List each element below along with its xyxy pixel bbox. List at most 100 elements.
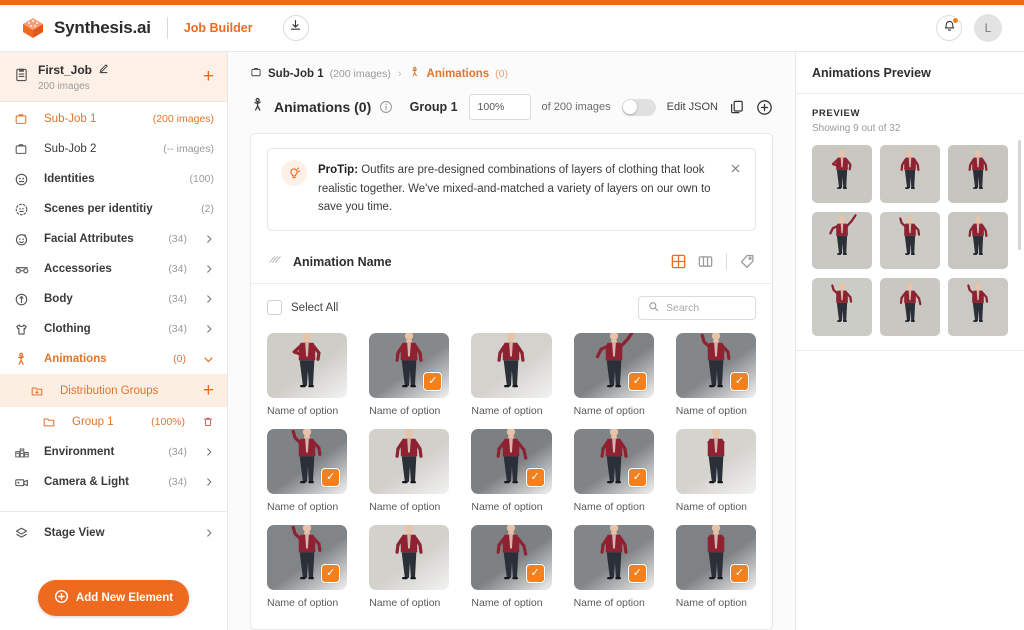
- preview-thumbnail[interactable]: [880, 278, 940, 336]
- preview-thumbnail[interactable]: [948, 278, 1008, 336]
- option-thumbnail[interactable]: [471, 332, 552, 398]
- preview-scrollbar[interactable]: [1018, 140, 1021, 250]
- selected-check-icon[interactable]: ✓: [321, 563, 341, 583]
- option-tile[interactable]: ✓ Name of option: [369, 332, 450, 417]
- option-thumbnail[interactable]: [369, 428, 450, 494]
- chevron-right-icon[interactable]: [204, 264, 214, 274]
- option-tile[interactable]: ✓ Name of option: [471, 428, 552, 513]
- option-thumbnail[interactable]: [675, 428, 756, 494]
- grid-view-icon[interactable]: [670, 253, 687, 270]
- sidebar-item-distribution-groups[interactable]: Distribution Groups +: [0, 374, 227, 407]
- trash-icon[interactable]: [202, 416, 214, 428]
- chevron-down-icon[interactable]: [203, 354, 214, 365]
- breadcrumb-sub-job[interactable]: Sub-Job 1 (200 images): [250, 66, 391, 81]
- option-thumbnail[interactable]: ✓: [675, 332, 756, 398]
- sidebar-item-environment[interactable]: Environment (34): [0, 437, 227, 467]
- selected-check-icon[interactable]: ✓: [729, 563, 749, 583]
- preview-thumbnail[interactable]: [948, 211, 1008, 270]
- sidebar-item-stage-view[interactable]: Stage View: [0, 518, 227, 548]
- option-thumbnail[interactable]: ✓: [369, 332, 450, 398]
- sidebar-item-scenes-per-identity[interactable]: Scenes per identitiy (2): [0, 194, 227, 224]
- option-thumbnail[interactable]: ✓: [471, 428, 552, 494]
- column-view-icon[interactable]: [697, 253, 714, 270]
- info-icon[interactable]: [379, 100, 393, 114]
- sidebar-job-header[interactable]: First_Job 200 images +: [0, 52, 227, 102]
- chevron-right-icon[interactable]: [204, 234, 214, 244]
- sidebar-item-body[interactable]: Body (34): [0, 284, 227, 314]
- group-percent-input[interactable]: [468, 94, 531, 120]
- sidebar-item-animations[interactable]: Animations (0): [0, 344, 227, 374]
- selected-check-icon[interactable]: ✓: [627, 563, 647, 583]
- chevron-right-icon[interactable]: [204, 324, 214, 334]
- selected-check-icon[interactable]: ✓: [321, 467, 341, 487]
- selected-check-icon[interactable]: ✓: [525, 467, 545, 487]
- preview-thumbnail[interactable]: [880, 211, 940, 270]
- chevron-right-icon[interactable]: [204, 294, 214, 304]
- selected-check-icon[interactable]: ✓: [423, 371, 443, 391]
- sidebar-item-accessories[interactable]: Accessories (34): [0, 254, 227, 284]
- sidebar-item-camera-and-light[interactable]: Camera & Light (34): [0, 467, 227, 497]
- option-tile[interactable]: Name of option: [267, 332, 348, 417]
- sidebar-item-clothing[interactable]: Clothing (34): [0, 314, 227, 344]
- option-thumbnail[interactable]: [369, 524, 450, 590]
- option-thumbnail[interactable]: ✓: [471, 524, 552, 590]
- preview-thumbnail[interactable]: [812, 211, 872, 270]
- chevron-right-icon[interactable]: [204, 528, 214, 538]
- option-thumbnail[interactable]: ✓: [267, 428, 348, 494]
- avatar[interactable]: L: [974, 14, 1002, 42]
- option-tile[interactable]: ✓ Name of option: [471, 524, 552, 609]
- chevron-right-icon[interactable]: [204, 477, 214, 487]
- option-tile[interactable]: ✓ Name of option: [675, 332, 756, 417]
- search-box[interactable]: [638, 295, 756, 320]
- sidebar-item-group-1[interactable]: Group 1 (100%): [0, 407, 227, 437]
- option-thumbnail[interactable]: ✓: [573, 428, 654, 494]
- option-thumbnail[interactable]: ✓: [573, 332, 654, 398]
- plus-circle-icon: [54, 589, 69, 607]
- option-tile[interactable]: Name of option: [675, 428, 756, 513]
- option-tile[interactable]: ✓ Name of option: [675, 524, 756, 609]
- preview-thumbnail[interactable]: [812, 278, 872, 336]
- add-job-button[interactable]: +: [203, 67, 214, 86]
- pencil-icon[interactable]: [98, 61, 109, 79]
- copy-icon[interactable]: [729, 99, 745, 115]
- brand-logo[interactable]: Synthesis.ai: [14, 15, 151, 41]
- add-new-element-button[interactable]: Add New Element: [37, 580, 190, 616]
- edit-json-toggle[interactable]: [621, 98, 656, 116]
- selected-check-icon[interactable]: ✓: [627, 371, 647, 391]
- preview-thumbnail[interactable]: [812, 145, 872, 203]
- notifications-button[interactable]: [936, 15, 962, 41]
- option-tile[interactable]: Name of option: [369, 428, 450, 513]
- option-thumbnail[interactable]: [267, 332, 348, 398]
- chevron-right-icon[interactable]: [204, 447, 214, 457]
- add-group-button[interactable]: [756, 99, 773, 116]
- selected-check-icon[interactable]: ✓: [627, 467, 647, 487]
- option-thumbnail[interactable]: ✓: [573, 524, 654, 590]
- sidebar-item-identities[interactable]: Identities (100): [0, 164, 227, 194]
- selected-check-icon[interactable]: ✓: [525, 563, 545, 583]
- add-distribution-group-button[interactable]: +: [203, 381, 214, 400]
- breadcrumb-animations[interactable]: Animations (0): [409, 66, 508, 81]
- option-tile[interactable]: Name of option: [471, 332, 552, 417]
- selected-check-icon[interactable]: ✓: [729, 371, 749, 391]
- option-thumbnail[interactable]: ✓: [675, 524, 756, 590]
- sidebar-item-facial-attributes[interactable]: Facial Attributes (34): [0, 224, 227, 254]
- product-name: Job Builder: [183, 21, 253, 35]
- option-tile[interactable]: ✓ Name of option: [573, 524, 654, 609]
- close-icon[interactable]: [729, 162, 742, 175]
- sidebar-item-sub-job-2[interactable]: Sub-Job 2 (-- images): [0, 134, 227, 164]
- option-thumbnail[interactable]: ✓: [267, 524, 348, 590]
- option-tile[interactable]: ✓ Name of option: [267, 524, 348, 609]
- search-input[interactable]: [666, 301, 746, 314]
- options-grid-scroll[interactable]: Name of option ✓ Name of option Name of opt…: [251, 331, 772, 629]
- option-tile[interactable]: ✓ Name of option: [573, 428, 654, 513]
- download-button[interactable]: [282, 15, 309, 41]
- animation-icon: [250, 97, 266, 118]
- preview-thumbnail[interactable]: [948, 145, 1008, 203]
- option-tile[interactable]: ✓ Name of option: [573, 332, 654, 417]
- preview-thumbnail[interactable]: [880, 145, 940, 203]
- option-tile[interactable]: Name of option: [369, 524, 450, 609]
- tag-icon[interactable]: [739, 253, 756, 270]
- select-all-checkbox[interactable]: [267, 300, 282, 316]
- option-tile[interactable]: ✓ Name of option: [267, 428, 348, 513]
- sidebar-item-sub-job-1[interactable]: Sub-Job 1 (200 images): [0, 104, 227, 134]
